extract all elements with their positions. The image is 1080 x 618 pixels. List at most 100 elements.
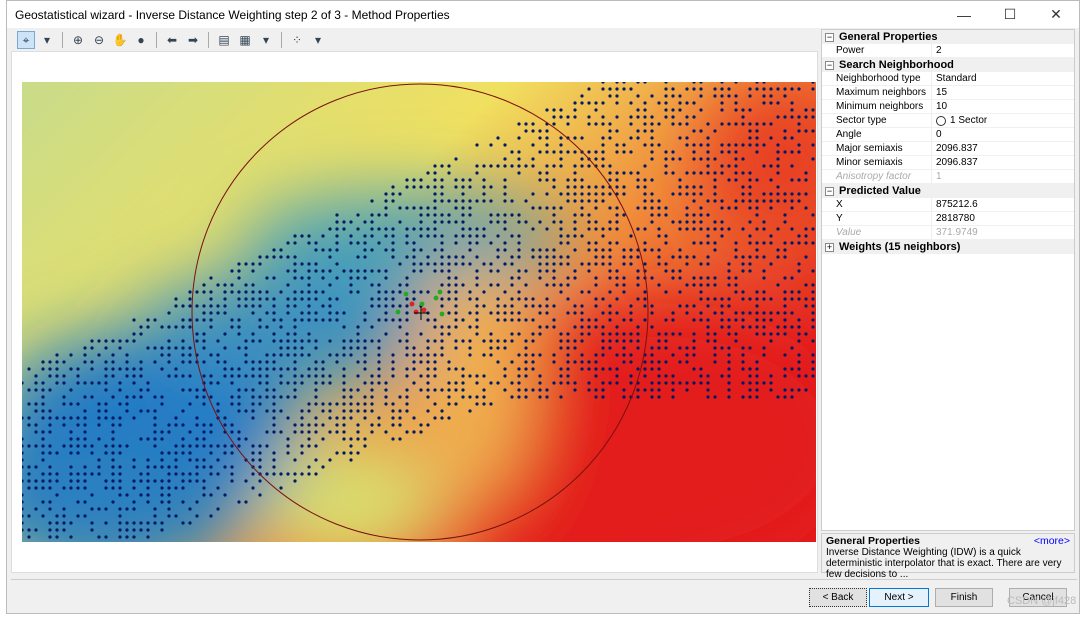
close-button[interactable]: ✕ [1033, 1, 1079, 28]
full-extent-button[interactable]: ● [132, 31, 150, 49]
collapse-icon[interactable]: − [825, 32, 834, 42]
sample-point [461, 367, 465, 371]
maximize-button[interactable]: ☐ [987, 1, 1033, 28]
expand-icon[interactable]: + [825, 242, 834, 252]
next-button[interactable]: Next > [869, 588, 929, 607]
property-row[interactable]: Major semiaxis 2096.837 [822, 142, 1074, 156]
property-row[interactable]: Angle 0 [822, 128, 1074, 142]
sample-point [601, 367, 605, 371]
collapse-icon[interactable]: − [825, 186, 834, 196]
layer-button[interactable]: ▦ [236, 31, 254, 49]
back-button[interactable]: < Back [809, 588, 867, 607]
property-value[interactable]: 2096.837 [932, 143, 1074, 154]
sample-point [517, 220, 521, 224]
forward-extent-button[interactable]: ➡ [184, 31, 202, 49]
sample-point [34, 444, 38, 448]
sample-point [41, 458, 45, 462]
property-row[interactable]: X 875212.6 [822, 198, 1074, 212]
sample-point [419, 206, 423, 210]
property-value[interactable]: 1 Sector [932, 115, 1074, 126]
property-row[interactable]: Anisotropy factor 1 [822, 170, 1074, 184]
sample-point [335, 234, 339, 238]
sample-point [139, 409, 143, 413]
sample-point [643, 374, 647, 378]
table-button[interactable]: ▤ [215, 31, 233, 49]
category-weights[interactable]: + Weights (15 neighbors) [822, 240, 1074, 254]
property-value[interactable]: 1 [932, 171, 1074, 182]
property-row[interactable]: Neighborhood type Standard [822, 72, 1074, 86]
property-row[interactable]: Sector type 1 Sector [822, 114, 1074, 128]
sample-point [650, 248, 654, 252]
sample-point [545, 171, 549, 175]
zoom-in-button[interactable]: ⊕ [69, 31, 87, 49]
sample-point [300, 297, 304, 301]
sample-point [300, 234, 304, 238]
sample-point [454, 304, 458, 308]
property-row[interactable]: Value 371.9749 [822, 226, 1074, 240]
property-value[interactable]: Standard [932, 73, 1074, 84]
category-search[interactable]: − Search Neighborhood [822, 58, 1074, 72]
property-value[interactable]: 15 [932, 87, 1074, 98]
sample-point [741, 353, 745, 357]
sample-point [363, 269, 367, 273]
property-row[interactable]: Minimum neighbors 10 [822, 100, 1074, 114]
sample-point [671, 374, 675, 378]
property-row[interactable]: Minor semiaxis 2096.837 [822, 156, 1074, 170]
sample-point [622, 150, 626, 154]
property-row[interactable]: Maximum neighbors 15 [822, 86, 1074, 100]
property-value[interactable]: 371.9749 [932, 227, 1074, 238]
category-general[interactable]: − General Properties [822, 30, 1074, 44]
sample-point [377, 304, 381, 308]
sample-point [524, 220, 528, 224]
property-row[interactable]: Power 2 [822, 44, 1074, 58]
property-row[interactable]: Y 2818780 [822, 212, 1074, 226]
sample-point [685, 213, 689, 217]
minimize-button[interactable]: — [941, 1, 987, 28]
sample-point [552, 178, 556, 182]
pan-button[interactable]: ✋ [111, 31, 129, 49]
idw-surface-map[interactable] [22, 82, 816, 542]
more-link[interactable]: <more> [1034, 536, 1070, 547]
property-value[interactable]: 10 [932, 101, 1074, 112]
points-button[interactable]: ⁘ [288, 31, 306, 49]
sample-point [601, 262, 605, 266]
sample-point [573, 269, 577, 273]
sample-point [62, 360, 66, 364]
sample-point [489, 262, 493, 266]
sample-point [664, 360, 668, 364]
sample-point [405, 339, 409, 343]
layer-dropdown-button[interactable]: ▾ [257, 31, 275, 49]
category-predicted[interactable]: − Predicted Value [822, 184, 1074, 198]
sample-point [265, 290, 269, 294]
sample-point [692, 332, 696, 336]
property-value[interactable]: 2818780 [932, 213, 1074, 224]
sample-point [237, 388, 241, 392]
points-dropdown-button[interactable]: ▾ [309, 31, 327, 49]
dropdown-button[interactable]: ▾ [38, 31, 56, 49]
property-value[interactable]: 2096.837 [932, 157, 1074, 168]
zoom-out-button[interactable]: ⊖ [90, 31, 108, 49]
sample-point [356, 227, 360, 231]
sample-point [181, 353, 185, 357]
sample-point [426, 409, 430, 413]
sample-point [251, 360, 255, 364]
sample-point [657, 346, 661, 350]
sample-point [251, 304, 255, 308]
property-value[interactable]: 875212.6 [932, 199, 1074, 210]
sample-point [797, 262, 801, 266]
property-value[interactable]: 2 [932, 45, 1074, 56]
sample-point [188, 360, 192, 364]
sample-point [391, 297, 395, 301]
sample-point [342, 339, 346, 343]
property-value[interactable]: 0 [932, 129, 1074, 140]
sample-point [167, 514, 171, 518]
map-preview[interactable] [11, 51, 818, 573]
collapse-icon[interactable]: − [825, 60, 834, 70]
back-extent-button[interactable]: ⬅ [163, 31, 181, 49]
finish-button[interactable]: Finish [935, 588, 993, 607]
sample-point [769, 332, 773, 336]
sample-point [202, 318, 206, 322]
sample-point [55, 416, 59, 420]
select-tool-button[interactable]: ⌖ [17, 31, 35, 49]
sample-point [118, 535, 122, 539]
